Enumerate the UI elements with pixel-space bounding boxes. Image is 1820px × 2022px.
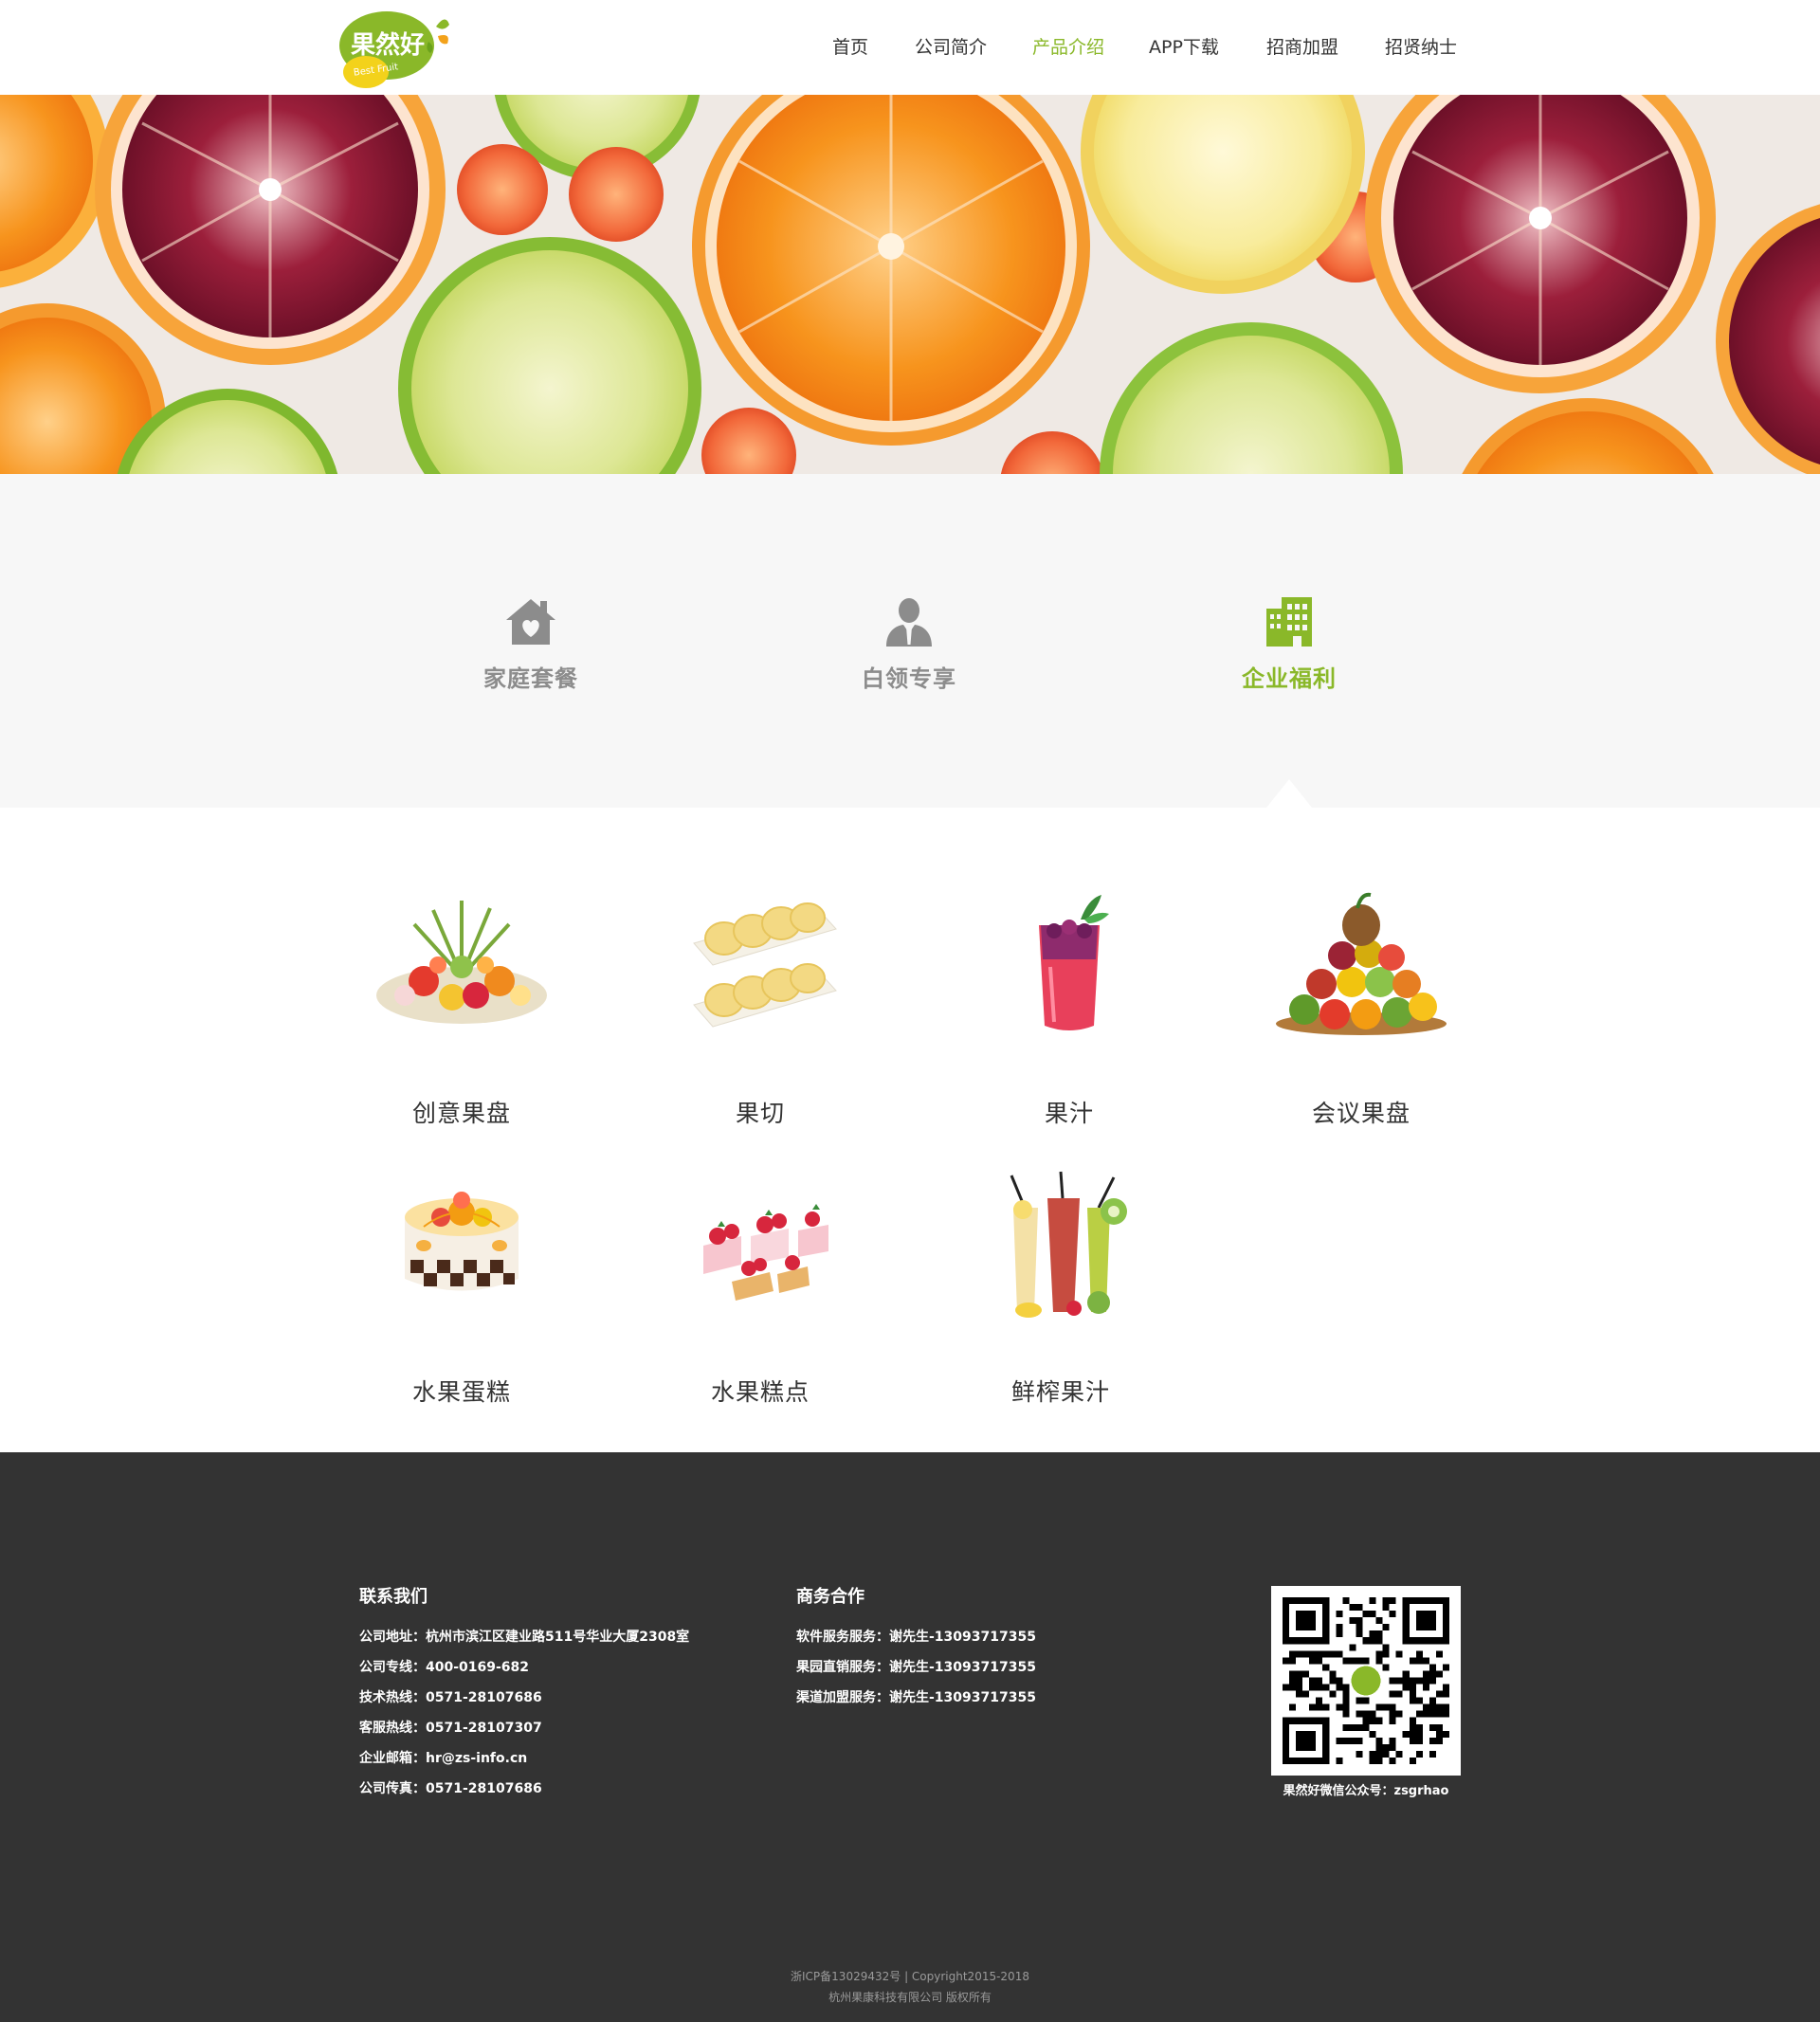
product-label: 水果蛋糕 [411, 1378, 511, 1406]
product-card[interactable]: 水果糕点 [656, 1170, 864, 1408]
category-tabs: 家庭套餐 白领专享 企业福利 [0, 474, 1820, 808]
icp-copyright: 浙ICP备13029432号 | Copyright2015-2018 [791, 1970, 1029, 1983]
qr-caption: 果然好微信公众号：zsgrhao [1283, 1784, 1449, 1798]
nav-about[interactable]: 公司简介 [915, 34, 987, 61]
contact-fax: 公司传真：0571-28107686 [359, 1781, 542, 1796]
business-title: 商务合作 [796, 1587, 864, 1607]
tab-label: 企业福利 [1242, 665, 1337, 692]
product-card[interactable]: 创意果盘 [357, 891, 566, 1129]
person-suit-icon [886, 598, 932, 647]
tab-label: 家庭套餐 [483, 665, 578, 692]
product-grid: 创意果盘 果切 果汁 会议果盘 水果蛋糕 水果糕点 鲜榨果汁 [0, 808, 1820, 1452]
contact-service-line: 客服热线：0571-28107307 [359, 1721, 542, 1736]
product-label: 果切 [735, 1100, 785, 1127]
wechat-qr-code [1271, 1586, 1461, 1776]
product-label: 果汁 [1044, 1100, 1094, 1127]
nav-app-download[interactable]: APP下载 [1149, 34, 1219, 61]
business-orchard: 果园直销服务：谢先生-13093717355 [796, 1660, 1036, 1675]
nav-careers[interactable]: 招贤纳士 [1385, 34, 1457, 61]
business-software: 软件服务服务：谢先生-13093717355 [796, 1630, 1036, 1645]
svg-text:果然好: 果然好 [351, 30, 425, 60]
active-tab-pointer [1266, 779, 1312, 808]
nav-franchise[interactable]: 招商加盟 [1266, 34, 1338, 61]
contact-title: 联系我们 [359, 1587, 428, 1607]
product-card[interactable]: 果切 [656, 891, 864, 1129]
product-label: 鲜榨果汁 [1010, 1378, 1110, 1406]
product-card[interactable]: 水果蛋糕 [357, 1170, 566, 1408]
contact-email[interactable]: 企业邮箱：hr@zs-info.cn [359, 1748, 527, 1767]
fruit-pyramid-icon [1276, 892, 1447, 1035]
site-footer: 联系我们 公司地址：杭州市滨江区建业路511号华业大厦2308室 公司专线：40… [0, 1452, 1820, 2022]
tab-label: 白领专享 [862, 665, 956, 692]
pomelo-slices-icon [693, 902, 837, 1028]
company-rights: 杭州果康科技有限公司 版权所有 [828, 1991, 992, 2004]
product-card[interactable]: 鲜榨果汁 [956, 1170, 1165, 1408]
tab-corporate-benefits[interactable]: 企业福利 [1194, 595, 1384, 693]
office-building-icon [1266, 597, 1312, 647]
brand-logo[interactable]: 果然好 Best Fruit [337, 8, 470, 89]
tab-family-package[interactable]: 家庭套餐 [436, 595, 626, 693]
fruit-pastries-icon [703, 1204, 828, 1301]
tab-office-worker[interactable]: 白领专享 [814, 595, 1004, 693]
contact-tech-line: 技术热线：0571-28107686 [359, 1690, 542, 1705]
product-label: 创意果盘 [411, 1100, 511, 1127]
house-heart-icon [506, 599, 555, 645]
qr-code-icon [1283, 1597, 1449, 1764]
nav-products[interactable]: 产品介绍 [1032, 34, 1104, 61]
hero-banner [0, 95, 1820, 474]
site-header: 果然好 Best Fruit 首页 公司简介 产品介绍 APP下载 招商加盟 招… [0, 0, 1820, 95]
product-card[interactable]: 果汁 [965, 891, 1174, 1129]
fruit-cake-icon [405, 1192, 519, 1291]
berry-juice-glass-icon [1039, 895, 1109, 1030]
contact-hotline: 公司专线：400-0169-682 [359, 1660, 530, 1675]
nav-home[interactable]: 首页 [832, 34, 868, 61]
contact-address: 公司地址：杭州市滨江区建业路511号华业大厦2308室 [359, 1630, 690, 1645]
fruit-platter-icon [376, 901, 547, 1024]
product-label: 会议果盘 [1311, 1100, 1410, 1127]
business-channel: 渠道加盟服务：谢先生-13093717355 [796, 1690, 1036, 1705]
citrus-slices-image [0, 95, 1820, 474]
product-label: 水果糕点 [710, 1378, 810, 1406]
product-card[interactable]: 会议果盘 [1257, 891, 1465, 1129]
fresh-juices-icon [1010, 1171, 1127, 1318]
